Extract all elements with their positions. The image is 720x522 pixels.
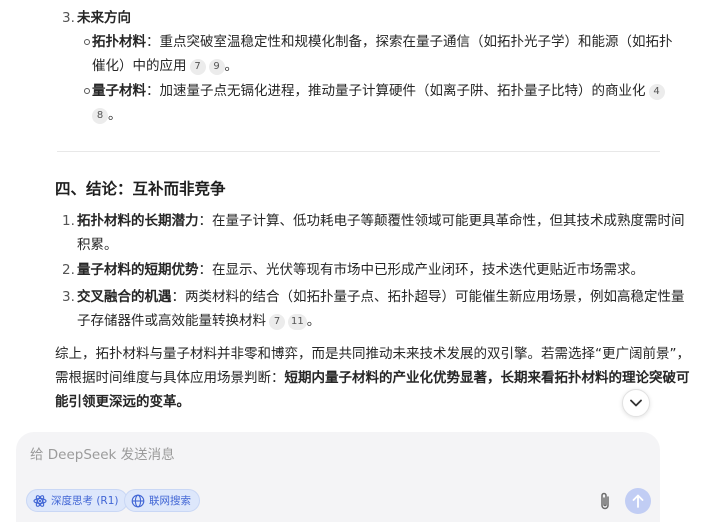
message-input[interactable] <box>28 442 592 468</box>
list-item-heading: 3. 未来方向 <box>62 6 662 30</box>
punctuation: 。 <box>224 58 239 74</box>
summary-highlight: 能引领更深远的变革。 <box>55 394 190 410</box>
message-composer: 深度思考 (R1) 联网搜索 <box>16 432 660 522</box>
citation-badge[interactable]: 7 <box>269 314 285 330</box>
list-number: 3. <box>62 289 75 305</box>
summary-line: 综上，拓扑材料与量子材料并非零和博弈，而是共同推动未来技术发展的双引擎。若需选择… <box>55 346 690 362</box>
web-search-toggle-button[interactable]: 联网搜索 <box>124 489 200 512</box>
list-number: 2. <box>62 262 75 278</box>
send-button[interactable] <box>625 488 651 514</box>
citation-badge[interactable]: 9 <box>208 59 225 75</box>
arrow-up-icon <box>632 494 644 508</box>
item-label: 拓扑材料的长期潜力 <box>77 213 199 229</box>
list-item: 量子材料：加速量子点无镉化进程，推动量子计算硬件（如离子阱、拓扑量子比特）的商业… <box>84 79 667 127</box>
list-item: 拓扑材料：重点突破室温稳定性和规模化制备，探索在量子通信（如拓扑光子学）和能源（… <box>84 30 673 78</box>
list-item-title: 未来方向 <box>77 10 131 26</box>
punctuation: 。 <box>108 107 122 123</box>
item-text: 催化）中的应用 <box>92 58 187 74</box>
item-label: 拓扑材料 <box>92 34 146 50</box>
scroll-to-bottom-button[interactable] <box>622 389 650 417</box>
deepthink-toggle-button[interactable]: 深度思考 (R1) <box>26 489 128 512</box>
summary-text: 需根据时间维度与具体应用场景判断： <box>55 370 285 386</box>
globe-icon <box>131 494 145 507</box>
item-label: 量子材料的短期优势 <box>77 262 199 278</box>
paperclip-icon <box>601 492 609 510</box>
item-label: 量子材料 <box>92 83 146 99</box>
summary-highlight: 短期内量子材料的产业化优势显著，长期来看拓扑材料的理论突破可 <box>284 370 690 386</box>
section-heading: 四、结论：互补而非竞争 <box>55 180 226 198</box>
bullet-icon <box>84 88 90 94</box>
list-number: 3. <box>62 10 75 26</box>
deepthink-label: 深度思考 (R1) <box>51 495 119 507</box>
punctuation: 。 <box>306 313 321 329</box>
item-text: ：两类材料的结合（如拓扑量子点、拓扑超导）可能催生新应用场景，例如高稳定性量 <box>171 289 685 305</box>
atom-icon <box>33 494 47 507</box>
item-text: ：加速量子点无镉化进程，推动量子计算硬件（如离子阱、拓扑量子比特）的商业化 <box>146 83 646 99</box>
item-text: 子存储器件或高效能量转换材料 <box>77 313 266 329</box>
future-direction-section: 3. 未来方向 拓扑材料：重点突破室温稳定性和规模化制备，探索在量子通信（如拓扑光… <box>62 6 673 124</box>
citation-badge[interactable]: 4 <box>648 84 665 100</box>
item-text: ：在显示、光伏等现有市场中已形成产业闭环，技术迭代更贴近市场需求。 <box>198 262 645 278</box>
summary-paragraph: 综上，拓扑材料与量子材料并非零和博弈，而是共同推动未来技术发展的双引擎。若需选择… <box>55 342 690 414</box>
citation-badge[interactable]: 8 <box>92 108 108 124</box>
attach-file-button[interactable] <box>594 489 616 513</box>
citation-badge[interactable]: 7 <box>189 59 206 75</box>
chevron-down-icon <box>630 399 642 407</box>
citation-badge[interactable]: 11 <box>288 314 307 330</box>
section-divider <box>57 151 660 152</box>
item-text: ：在量子计算、低功耗电子等颠覆性领域可能更具革命性，但其技术成熟度需时间 <box>198 213 685 229</box>
item-label: 交叉融合的机遇 <box>77 289 172 305</box>
item-text: ：重点突破室温稳定性和规模化制备，探索在量子通信（如拓扑光子学）和能源（如拓扑 <box>146 34 673 50</box>
bullet-icon <box>84 39 90 45</box>
list-number: 1. <box>62 213 75 229</box>
web-search-label: 联网搜索 <box>149 495 191 507</box>
item-text: 积累。 <box>77 237 118 253</box>
